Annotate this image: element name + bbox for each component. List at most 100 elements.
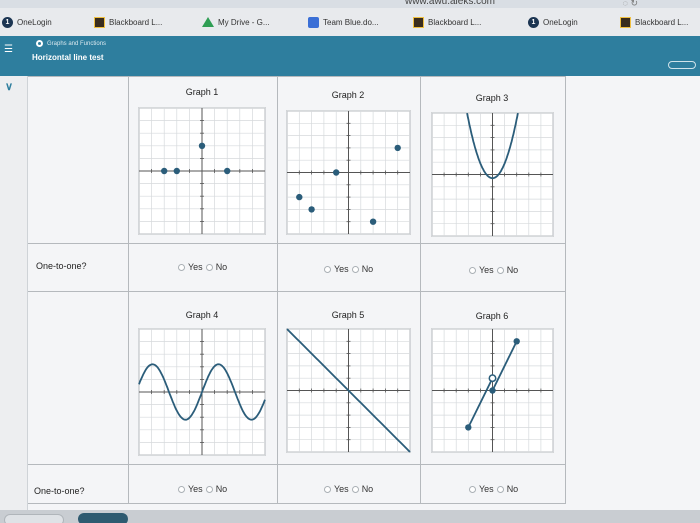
menu-icon[interactable]: ☰ [4, 45, 14, 55]
yes-label: Yes [188, 484, 203, 494]
blackboard-icon [413, 16, 424, 28]
header-action-button[interactable] [668, 61, 696, 69]
bookmark-team-blue-doc[interactable]: Team Blue.do... [308, 15, 379, 29]
bookmark-my-drive[interactable]: My Drive - G... [202, 15, 270, 29]
topic-name: Graphs and Functions [47, 40, 107, 47]
data-point [513, 338, 520, 345]
data-point [161, 167, 168, 175]
graph-5 [286, 328, 411, 453]
data-point [465, 424, 472, 431]
bookmark-onelogin-2[interactable]: 1 OneLogin [528, 15, 578, 29]
no-radio-graph-6[interactable] [496, 485, 504, 493]
blackboard-icon [620, 16, 631, 28]
graph-title: Graph 1 [185, 87, 219, 97]
table-border [28, 243, 566, 244]
answer-choices-graph-1: Yes No [175, 262, 227, 272]
no-radio-graph-5[interactable] [351, 485, 359, 493]
answer-choices-graph-2: Yes No [321, 264, 373, 274]
answer-choices-graph-4: Yes No [175, 484, 227, 494]
table-border [277, 76, 278, 504]
graph-title: Graph 5 [331, 310, 365, 320]
no-radio-graph-2[interactable] [351, 265, 359, 273]
graph-title: Graph 2 [331, 90, 365, 100]
yes-radio-graph-6[interactable] [469, 485, 476, 493]
onelogin-icon: 1 [2, 16, 13, 28]
data-point [333, 169, 340, 176]
bookmark-label: My Drive - G... [218, 17, 270, 27]
bookmark-label: Blackboard L... [635, 17, 689, 27]
graph-1 [138, 107, 266, 235]
bookmark-label: OneLogin [543, 17, 578, 27]
bookmark-label: Blackboard L... [428, 17, 482, 27]
no-label: No [215, 262, 228, 272]
table-border [28, 464, 566, 465]
yes-radio-graph-3[interactable] [469, 266, 476, 274]
yes-label: Yes [479, 265, 494, 275]
chevron-down-icon[interactable]: ∨ [5, 80, 13, 93]
data-point [173, 167, 180, 175]
url-fragment: www.awu.aleks.com [404, 0, 496, 7]
bottom-primary-button[interactable] [78, 513, 128, 523]
answer-choices-graph-3: Yes No [466, 265, 518, 275]
no-radio-graph-3[interactable] [496, 266, 504, 274]
bookmark-label: OneLogin [17, 17, 52, 27]
data-point [308, 206, 315, 213]
yes-radio-graph-4[interactable] [178, 485, 185, 493]
no-label: No [506, 265, 519, 275]
data-point [369, 218, 377, 225]
table-border [28, 291, 566, 292]
yes-label: Yes [188, 262, 203, 272]
answer-choices-graph-6: Yes No [466, 484, 518, 494]
yes-radio-graph-5[interactable] [324, 485, 331, 493]
open-point [488, 374, 497, 383]
no-label: No [361, 484, 374, 494]
bottom-button[interactable] [4, 514, 64, 523]
graph-2 [286, 110, 411, 235]
bookmark-label: Blackboard L... [109, 17, 163, 27]
page-title: Horizontal line test [32, 53, 104, 62]
yes-label: Yes [479, 484, 494, 494]
no-label: No [506, 484, 519, 494]
yes-label: Yes [334, 264, 349, 274]
blackboard-icon [94, 16, 105, 28]
answer-choices-graph-5: Yes No [321, 484, 373, 494]
data-point [198, 142, 206, 149]
data-point [296, 193, 303, 201]
graph-title: Graph 3 [475, 93, 509, 103]
no-label: No [215, 484, 228, 494]
collapse-strip [0, 76, 28, 510]
graph-4 [138, 328, 266, 456]
graph-3 [431, 112, 554, 237]
google-docs-icon [308, 16, 319, 28]
no-radio-graph-1[interactable] [205, 263, 213, 271]
data-point [489, 387, 496, 394]
one-to-one-label: One-to-one? [34, 486, 85, 496]
bookmark-onelogin[interactable]: 1 OneLogin [2, 15, 52, 29]
data-point [394, 144, 401, 152]
no-label: No [361, 264, 374, 274]
table-border [28, 503, 566, 504]
topic-progress-icon [36, 40, 43, 47]
bookmark-label: Team Blue.do... [323, 17, 379, 27]
table-border [420, 76, 421, 504]
graph-6 [431, 328, 554, 453]
table-border [128, 76, 129, 504]
data-point [224, 167, 231, 175]
yes-label: Yes [334, 484, 349, 494]
bookmark-blackboard-2[interactable]: Blackboard L... [413, 15, 481, 29]
google-drive-icon [202, 17, 214, 27]
bookmark-blackboard[interactable]: Blackboard L... [94, 15, 162, 29]
onelogin-icon: 1 [528, 16, 539, 28]
table-border [28, 76, 566, 77]
graph-title: Graph 6 [475, 311, 509, 321]
yes-radio-graph-2[interactable] [324, 265, 331, 273]
graph-title: Graph 4 [185, 310, 219, 320]
bookmarks-bar: 1 OneLogin Blackboard L... My Drive - G.… [0, 8, 700, 36]
bookmark-blackboard-3[interactable]: Blackboard L... [620, 15, 688, 29]
browser-extension-icons[interactable]: ◌ ↻ [623, 0, 638, 8]
one-to-one-label: One-to-one? [36, 261, 87, 271]
topic-line: Graphs and Functions [36, 40, 106, 47]
no-radio-graph-4[interactable] [205, 485, 213, 493]
table-border [565, 76, 566, 504]
yes-radio-graph-1[interactable] [178, 263, 185, 271]
